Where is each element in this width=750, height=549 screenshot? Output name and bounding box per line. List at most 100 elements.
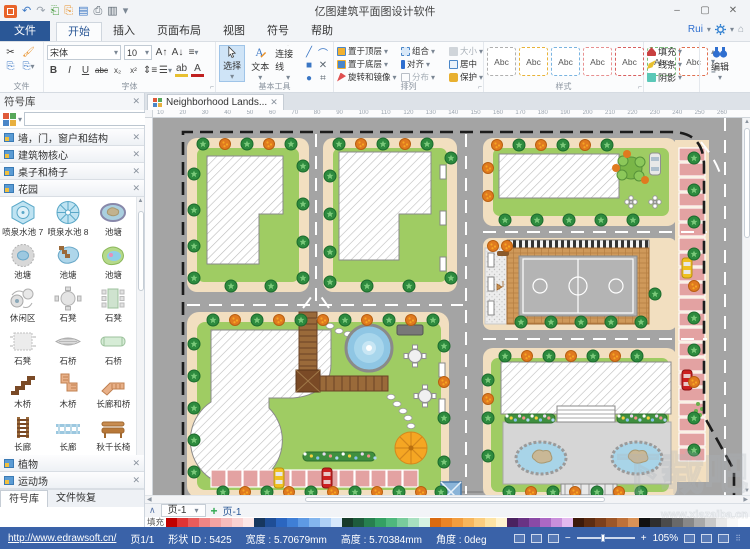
palette-swatch[interactable]: [529, 518, 540, 527]
palette-swatch[interactable]: [265, 518, 276, 527]
scroll-right-icon[interactable]: ▶: [743, 496, 748, 504]
palette-swatch[interactable]: [397, 518, 408, 527]
palette-swatch[interactable]: [738, 518, 749, 527]
block-bottom-right[interactable]: [483, 348, 677, 495]
preview-icon[interactable]: ▥: [107, 4, 117, 18]
pond-with-stones[interactable]: [612, 442, 662, 474]
symbol-library-close-icon[interactable]: ✕: [132, 96, 140, 107]
basketball-court[interactable]: [519, 256, 637, 316]
canvas-vscrollbar[interactable]: ▲ ▼: [742, 118, 750, 495]
tab-page-layout[interactable]: 页面布局: [146, 22, 212, 41]
palette-swatch[interactable]: [474, 518, 485, 527]
center-button[interactable]: 居中: [449, 58, 487, 70]
section-plants[interactable]: 植物✕: [0, 455, 144, 472]
zoom-level[interactable]: 105%: [653, 533, 679, 544]
paste-icon[interactable]: ⎘: [3, 59, 18, 73]
flower-strip[interactable]: [303, 452, 375, 461]
palette-swatch[interactable]: [441, 518, 452, 527]
account-caret-icon[interactable]: ▾: [707, 25, 711, 34]
palette-swatch[interactable]: [177, 518, 188, 527]
palette-swatch[interactable]: [166, 518, 177, 527]
symbol-item[interactable]: 长廊: [0, 412, 45, 455]
tab-help[interactable]: 帮助: [300, 22, 344, 41]
red-car[interactable]: [322, 468, 332, 488]
redo-icon[interactable]: ↷: [36, 4, 45, 18]
tab-symbol[interactable]: 符号: [256, 22, 300, 41]
symbol-item[interactable]: 喷泉水池 7: [0, 197, 45, 240]
symbol-item[interactable]: 池塘: [91, 197, 136, 240]
palette-swatch[interactable]: [210, 518, 221, 527]
section-building-core[interactable]: 建筑物核心✕: [0, 146, 144, 163]
arrange-dialog-launcher[interactable]: ⌐: [478, 84, 482, 91]
fit-width-icon[interactable]: [701, 534, 712, 543]
palette-swatch[interactable]: [683, 518, 694, 527]
save-icon[interactable]: ▤: [78, 4, 88, 18]
palette-swatch[interactable]: [353, 518, 364, 527]
palette-swatch[interactable]: [716, 518, 727, 527]
palette-swatch[interactable]: [606, 518, 617, 527]
palette-swatch[interactable]: [573, 518, 584, 527]
fill-button[interactable]: 填充▾: [647, 45, 696, 58]
palette-swatch[interactable]: [617, 518, 628, 527]
palette-swatch[interactable]: [727, 518, 738, 527]
section-garden[interactable]: 花园✕: [0, 180, 144, 197]
font-dialog-launcher[interactable]: ⌐: [210, 84, 214, 91]
palette-swatch[interactable]: [551, 518, 562, 527]
underline-button[interactable]: U: [79, 65, 92, 76]
shadow-button[interactable]: 阴影▾: [647, 71, 696, 84]
palette-swatch[interactable]: [672, 518, 683, 527]
bold-button[interactable]: B: [47, 65, 60, 76]
section-tables-chairs[interactable]: 桌子和椅子✕: [0, 163, 144, 180]
parking-row[interactable]: [211, 470, 418, 487]
section-walls-doors[interactable]: 墙，门，窗户和结构✕: [0, 129, 144, 146]
document-close-icon[interactable]: ✕: [270, 97, 278, 108]
palette-swatch[interactable]: [375, 518, 386, 527]
block-top-left[interactable]: [187, 138, 309, 292]
account-name[interactable]: Rui: [688, 24, 703, 35]
export-icon[interactable]: ⎘: [64, 4, 73, 18]
taxi[interactable]: [682, 258, 692, 278]
arc-tool-icon[interactable]: ⌒: [317, 47, 329, 58]
palette-swatch[interactable]: [705, 518, 716, 527]
palette-swatch[interactable]: [584, 518, 595, 527]
section-close-icon[interactable]: ✕: [132, 458, 140, 469]
palette-swatch[interactable]: [309, 518, 320, 527]
palette-swatch[interactable]: [320, 518, 331, 527]
symbol-item[interactable]: 石桥: [91, 326, 136, 369]
group-button[interactable]: 组合▾: [401, 45, 449, 57]
bullet-list-icon[interactable]: ☰▾: [159, 65, 172, 76]
symbol-search-input[interactable]: [24, 112, 147, 126]
palette-swatch[interactable]: [595, 518, 606, 527]
scroll-down-icon[interactable]: ▼: [744, 487, 750, 495]
park-bench-long[interactable]: [397, 325, 423, 335]
tab-symbol-library[interactable]: 符号库: [0, 490, 48, 507]
line-button[interactable]: 线条▾: [647, 58, 696, 71]
symbol-item[interactable]: 木桥: [0, 369, 45, 412]
parked-car[interactable]: [650, 153, 661, 175]
palette-swatch[interactable]: [540, 518, 551, 527]
font-color-icon[interactable]: A: [191, 63, 204, 77]
palette-swatch[interactable]: [254, 518, 265, 527]
highlight-color-icon[interactable]: ab: [175, 63, 188, 77]
view-full-icon[interactable]: [548, 534, 559, 543]
palette-swatch[interactable]: [199, 518, 210, 527]
close-button[interactable]: ✕: [720, 3, 746, 19]
view-normal-icon[interactable]: [514, 534, 525, 543]
home-icon[interactable]: ⌂: [738, 24, 744, 35]
palette-swatch[interactable]: [507, 518, 518, 527]
palette-swatch[interactable]: [452, 518, 463, 527]
edit-button[interactable]: 编辑▾: [703, 45, 737, 82]
font-name-select[interactable]: 宋体▾: [47, 45, 121, 60]
symbol-item[interactable]: 秋千长椅: [91, 412, 136, 455]
palette-swatch[interactable]: [419, 518, 430, 527]
cut-icon[interactable]: ✂: [3, 45, 18, 59]
tab-home[interactable]: 开始: [56, 22, 102, 41]
select-tool-button[interactable]: 选择▾: [219, 45, 245, 82]
strikethrough-button[interactable]: abc: [95, 66, 108, 75]
maximize-button[interactable]: ▢: [692, 3, 718, 19]
awning[interactable]: [507, 240, 649, 248]
block-bottom-left[interactable]: [187, 312, 449, 495]
font-size-select[interactable]: 10▾: [124, 45, 152, 60]
style-preset[interactable]: Abc: [583, 47, 612, 76]
undo-icon[interactable]: ↶: [22, 4, 31, 18]
